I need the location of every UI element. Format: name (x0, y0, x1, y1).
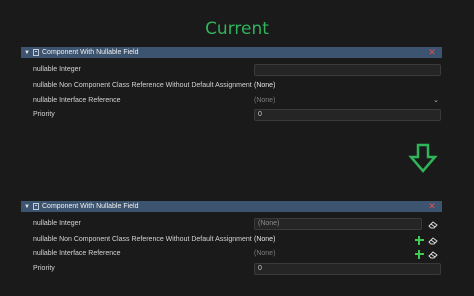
priority-input[interactable]: 0 (254, 109, 441, 121)
page-title: Current (205, 19, 269, 39)
field-label: nullable Integer (33, 220, 81, 227)
eraser-icon[interactable] (428, 220, 438, 229)
component-header[interactable]: ▼ Component With Nullable Field ✕ (21, 201, 442, 212)
field-row-nullable-integer: nullable Integer (None) (33, 218, 442, 231)
component-header[interactable]: ▼ Component With Nullable Field ✕ (21, 47, 442, 58)
field-label: nullable Interface Reference (33, 250, 121, 257)
field-row-non-component-ref: nullable Non Component Class Reference W… (33, 80, 442, 93)
chevron-down-icon[interactable]: ⌄ (433, 96, 439, 104)
component-panel-after: ▼ Component With Nullable Field ✕ (21, 201, 442, 212)
integer-input[interactable]: (None) (254, 218, 422, 230)
triangle-down-icon[interactable]: ▼ (24, 204, 33, 210)
interface-dropdown[interactable]: (None) (254, 97, 275, 104)
field-label: Priority (33, 111, 55, 118)
field-label: nullable Non Component Class Reference W… (33, 82, 252, 89)
plus-icon[interactable] (415, 236, 424, 245)
script-component-icon (33, 49, 39, 56)
eraser-icon[interactable] (428, 236, 438, 245)
reference-value: (None) (254, 82, 276, 89)
triangle-down-icon[interactable]: ▼ (24, 50, 33, 56)
component-title: Component With Nullable Field (42, 203, 139, 210)
interface-value: (None) (254, 250, 276, 257)
plus-icon[interactable] (415, 250, 424, 259)
reference-value: (None) (254, 236, 276, 243)
field-label: nullable Interface Reference (33, 97, 121, 104)
field-row-interface-ref: nullable Interface Reference (None) ⌄ (33, 95, 442, 108)
field-label: nullable Non Component Class Reference W… (33, 236, 252, 243)
component-panel-current: ▼ Component With Nullable Field ✕ (21, 47, 442, 58)
field-row-interface-ref: nullable Interface Reference (None) (33, 248, 442, 261)
component-title: Component With Nullable Field (42, 49, 139, 56)
priority-input[interactable]: 0 (254, 263, 441, 275)
field-row-nullable-integer: nullable Integer (33, 64, 442, 77)
close-icon[interactable]: ✕ (427, 47, 437, 58)
eraser-icon[interactable] (428, 250, 438, 259)
field-label: Priority (33, 265, 55, 272)
close-icon[interactable]: ✕ (427, 201, 437, 212)
arrow-down-icon (408, 143, 438, 173)
field-row-priority: Priority 0 (33, 263, 442, 276)
field-label: nullable Integer (33, 66, 81, 73)
script-component-icon (33, 203, 39, 210)
integer-input[interactable] (254, 64, 441, 76)
field-row-non-component-ref: nullable Non Component Class Reference W… (33, 234, 442, 247)
field-row-priority: Priority 0 (33, 109, 442, 122)
